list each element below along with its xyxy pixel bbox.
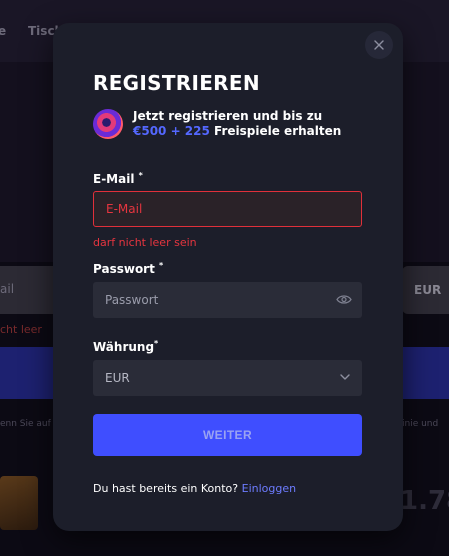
password-label-text: Passwort <box>93 262 155 276</box>
chevron-down-icon <box>340 374 350 380</box>
required-mark: * <box>138 171 143 180</box>
promo-text-line2: €500 + 225 Freispiele erhalten <box>133 124 341 138</box>
modal-title: REGISTRIEREN <box>93 71 260 95</box>
email-error-message: darf nicht leer sein <box>93 236 197 249</box>
submit-button[interactable]: WEITER <box>93 414 362 456</box>
login-prompt: Du hast bereits ein Konto? Einloggen <box>93 482 296 495</box>
login-link[interactable]: Einloggen <box>242 482 296 495</box>
email-field[interactable]: E-Mail <box>93 191 362 227</box>
required-mark: * <box>159 261 164 270</box>
password-field[interactable]: Passwort <box>93 282 362 318</box>
background-error-text: cht leer <box>0 323 42 336</box>
background-terms-text-right: inie und <box>402 419 439 429</box>
required-mark: * <box>154 339 159 348</box>
background-game-thumbnail <box>0 476 38 530</box>
promo-text-rest: Freispiele erhalten <box>209 124 342 138</box>
currency-select[interactable]: EUR <box>93 360 362 396</box>
password-placeholder: Passwort <box>105 293 159 307</box>
promo-amount: €500 + 225 <box>133 124 210 138</box>
close-button[interactable] <box>365 31 393 59</box>
password-label: Passwort * <box>93 261 163 276</box>
background-nav-item: e <box>0 24 7 38</box>
registration-modal: REGISTRIEREN Jetzt registrieren und bis … <box>53 23 403 531</box>
currency-selected-value: EUR <box>105 371 130 385</box>
email-label-text: E-Mail <box>93 172 135 186</box>
spiral-logo-icon <box>93 109 123 139</box>
background-email-text: ail <box>0 282 15 296</box>
background-currency-text: EUR <box>414 283 442 297</box>
background-amount: 1.78 <box>400 486 449 516</box>
currency-label: Währung* <box>93 339 158 354</box>
eye-icon[interactable] <box>336 294 352 305</box>
login-prompt-text: Du hast bereits ein Konto? <box>93 482 239 495</box>
close-icon <box>374 40 384 50</box>
currency-label-text: Währung <box>93 340 155 354</box>
email-placeholder: E-Mail <box>106 202 143 216</box>
promo-text-line1: Jetzt registrieren und bis zu <box>133 109 323 123</box>
email-label: E-Mail * <box>93 171 143 186</box>
background-terms-text: enn Sie auf <box>0 419 51 429</box>
